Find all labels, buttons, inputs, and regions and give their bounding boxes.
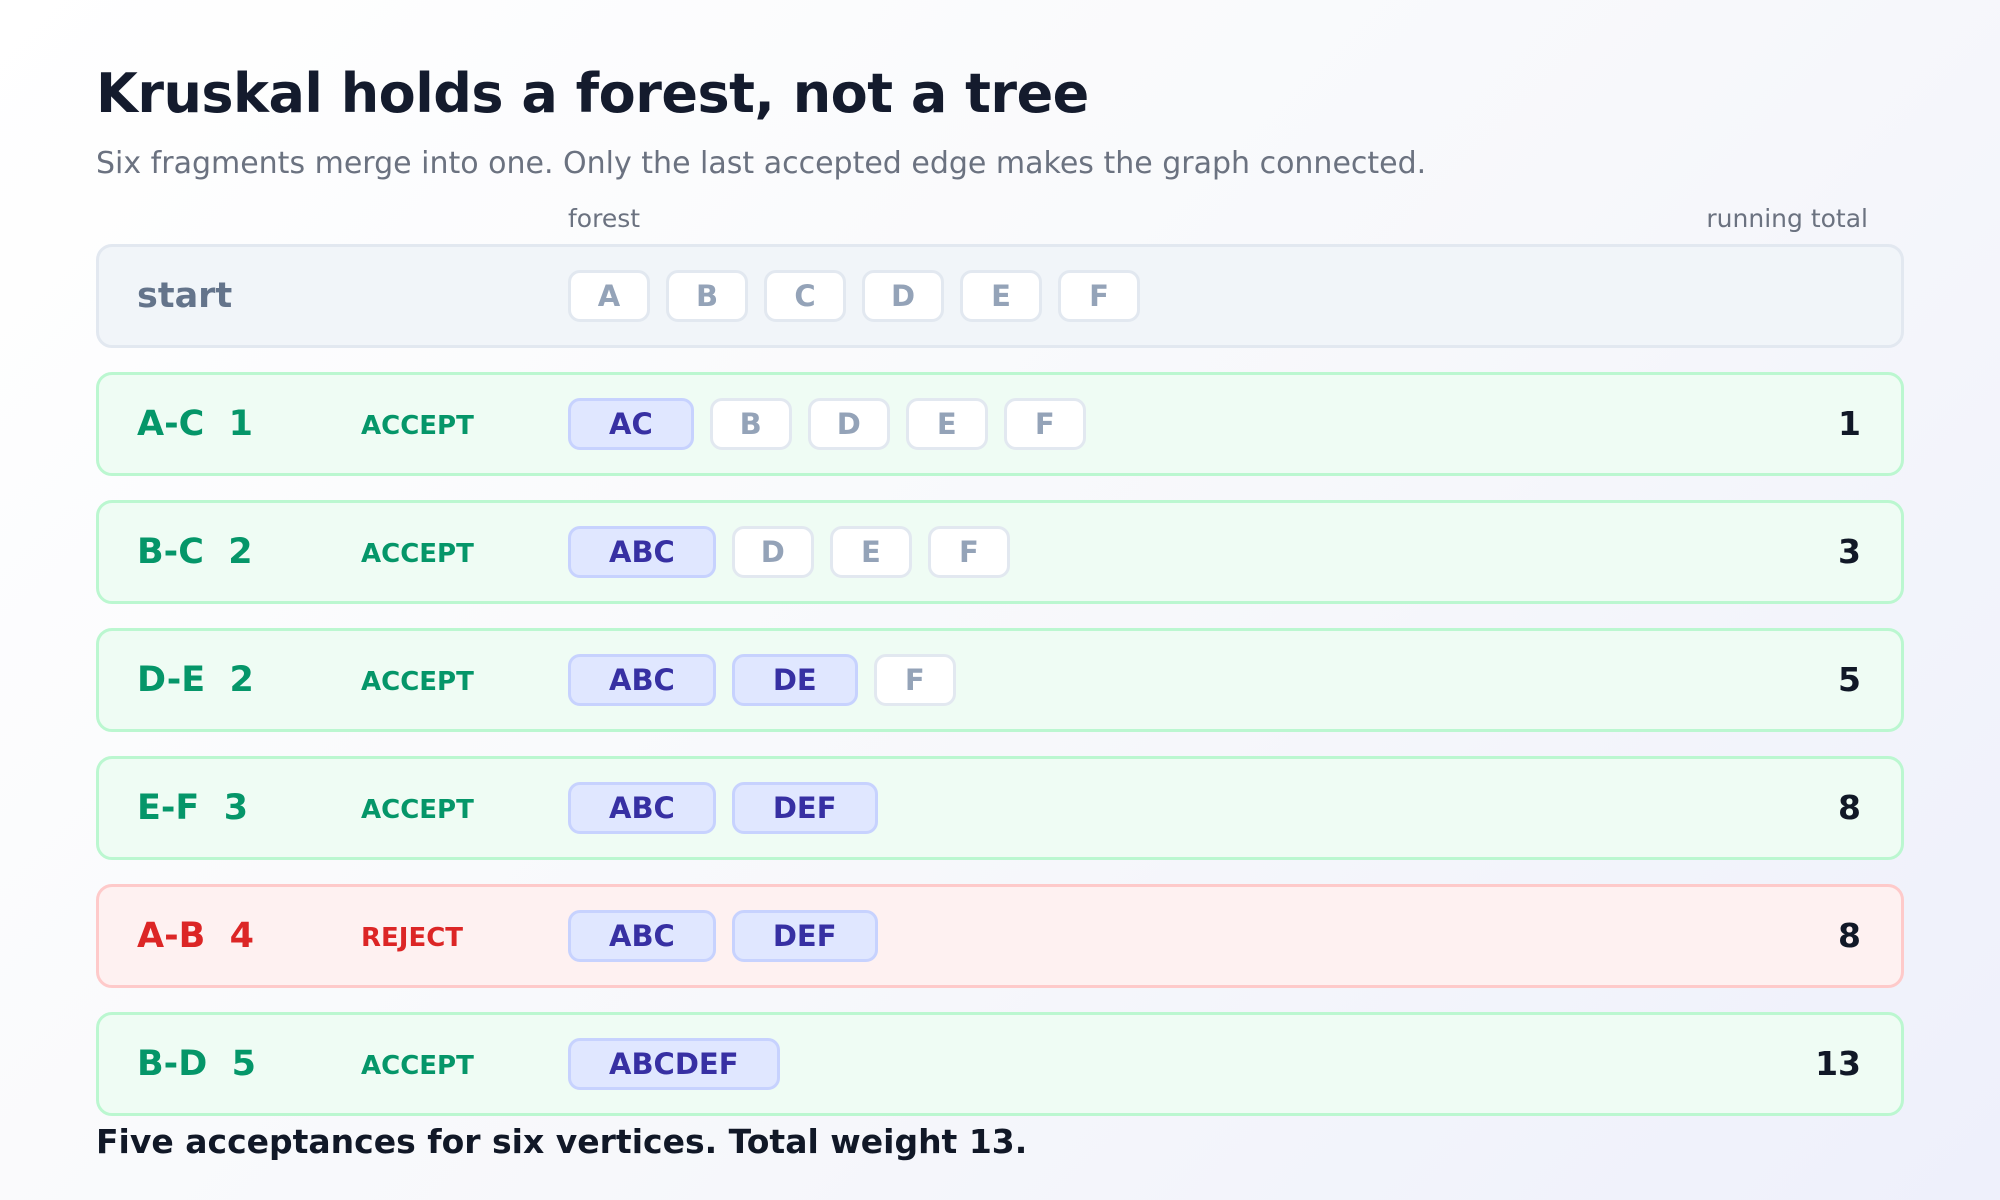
running-total-value: 3: [1838, 532, 1861, 571]
vertex-chip: F: [873, 654, 956, 706]
vertex-chip: F: [927, 526, 1010, 578]
merged-fragment-chip: ABC: [568, 782, 716, 834]
verdict-label: ACCEPT: [361, 539, 474, 569]
merged-fragment-chip: ABC: [568, 910, 716, 962]
summary-caption: Five acceptances for six vertices. Total…: [96, 1122, 1028, 1161]
step-row: start ABCDEF: [96, 244, 1904, 348]
running-total-column-header: running total: [1706, 204, 1868, 233]
forest-column-header: forest: [568, 204, 641, 233]
step-row: A-B 4 REJECT ABC DEF 8: [96, 884, 1904, 988]
edge-label: E-F 3: [137, 788, 249, 828]
running-total-value: 8: [1838, 788, 1861, 827]
vertex-chip: E: [960, 270, 1042, 322]
page-subtitle: Six fragments merge into one. Only the l…: [96, 146, 1427, 181]
forest-fragments: ABC DEF: [568, 782, 878, 834]
vertex-chip: F: [1003, 398, 1086, 450]
running-total-value: 5: [1838, 660, 1861, 699]
edge-label: B-C 2: [137, 532, 253, 572]
edge-label: D-E 2: [137, 660, 254, 700]
merged-fragment-chip: ABC: [568, 654, 716, 706]
running-total-value: 13: [1815, 1044, 1861, 1083]
forest-fragments: ABCDEF: [568, 270, 1140, 322]
vertex-chip: E: [905, 398, 988, 450]
step-row: A-C 1 ACCEPT AC B D E F 1: [96, 372, 1904, 476]
forest-fragments: ABC DEF: [568, 910, 878, 962]
step-row: B-C 2 ACCEPT ABC D E F 3: [96, 500, 1904, 604]
forest-fragments: ABCDEF: [568, 1038, 780, 1090]
running-total-value: 8: [1838, 916, 1861, 955]
vertex-chip: C: [764, 270, 846, 322]
vertex-chip: B: [666, 270, 748, 322]
verdict-label: ACCEPT: [361, 1051, 474, 1081]
merged-fragment-chip: DE: [731, 654, 858, 706]
edge-label: A-B 4: [137, 916, 255, 956]
merged-fragment-chip: DEF: [731, 910, 878, 962]
merged-fragment-chip: DEF: [731, 782, 878, 834]
running-total-value: 1: [1838, 404, 1861, 443]
merged-fragment-chip: ABCDEF: [568, 1038, 780, 1090]
step-row: B-D 5 ACCEPT ABCDEF 13: [96, 1012, 1904, 1116]
edge-label: B-D 5: [137, 1044, 256, 1084]
step-row: E-F 3 ACCEPT ABC DEF 8: [96, 756, 1904, 860]
vertex-chip: D: [731, 526, 814, 578]
vertex-chip: B: [709, 398, 792, 450]
verdict-label: ACCEPT: [361, 667, 474, 697]
step-row: D-E 2 ACCEPT ABC DE F 5: [96, 628, 1904, 732]
merged-fragment-chip: ABC: [568, 526, 716, 578]
page-title: Kruskal holds a forest, not a tree: [96, 62, 1089, 125]
edge-label: A-C 1: [137, 404, 254, 444]
verdict-label: ACCEPT: [361, 411, 474, 441]
verdict-label: REJECT: [361, 923, 464, 953]
edge-label: start: [137, 276, 233, 316]
forest-fragments: ABC DEF: [568, 526, 1010, 578]
vertex-chip: F: [1058, 270, 1140, 322]
verdict-label: ACCEPT: [361, 795, 474, 825]
vertex-chip: E: [829, 526, 912, 578]
forest-fragments: AC B D E F: [568, 398, 1086, 450]
vertex-chip: D: [862, 270, 944, 322]
merged-fragment-chip: AC: [568, 398, 694, 450]
forest-fragments: ABC DE F: [568, 654, 956, 706]
vertex-chip: A: [568, 270, 650, 322]
vertex-chip: D: [807, 398, 890, 450]
